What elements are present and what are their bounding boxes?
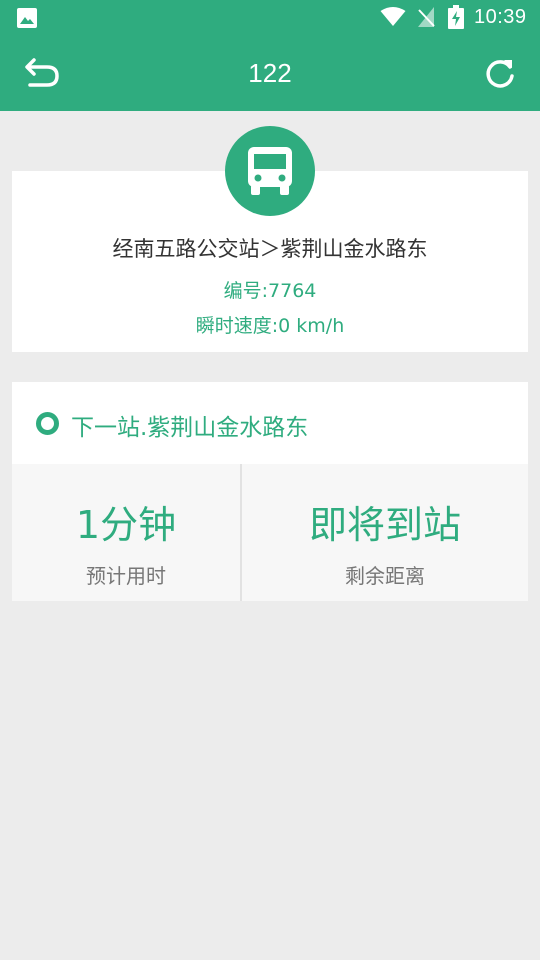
distance-value: 即将到站 [308, 503, 461, 547]
eta-stat: 1分钟 预计用时 [12, 464, 240, 601]
next-stop-row: 下一站.紫荆山金水路东 [12, 382, 528, 464]
bus-speed: 瞬时速度:0 km/h [195, 315, 345, 337]
photo-icon [17, 8, 37, 28]
refresh-icon [486, 60, 514, 88]
toolbar: 122 [0, 36, 540, 111]
bus-avatar [225, 126, 315, 216]
status-bar: 10:39 [0, 0, 540, 36]
wifi-icon [380, 7, 406, 26]
bus-number: 编号:7764 [223, 280, 317, 302]
battery-charging-icon [448, 5, 464, 29]
distance-label: 剩余距离 [345, 564, 425, 588]
page-title: 122 [248, 58, 292, 88]
eta-value: 1分钟 [75, 503, 177, 547]
distance-stat: 即将到站 剩余距离 [242, 464, 528, 601]
ring-icon [36, 412, 59, 435]
arrival-card: 下一站.紫荆山金水路东 1分钟 预计用时 即将到站 剩余距离 [12, 382, 528, 601]
next-stop-label: 下一站.紫荆山金水路东 [71, 415, 309, 441]
bus-icon [248, 147, 292, 195]
status-time: 10:39 [474, 6, 527, 28]
refresh-button[interactable] [480, 54, 520, 94]
route-text: 经南五路公交站＞紫荆山金水路东 [112, 237, 428, 261]
no-signal-icon [418, 7, 435, 27]
app-bar: 10:39 122 [0, 0, 540, 111]
eta-label: 预计用时 [86, 564, 166, 588]
stats-panel: 1分钟 预计用时 即将到站 剩余距离 [12, 464, 528, 601]
